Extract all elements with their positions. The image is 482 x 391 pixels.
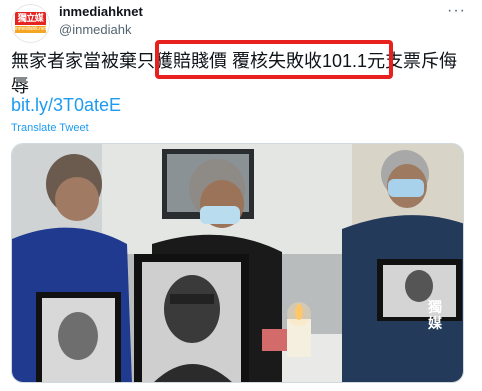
tweet-photo[interactable] bbox=[11, 143, 464, 383]
account-handle[interactable]: @inmediahk bbox=[59, 22, 131, 37]
highlight-annotation-box bbox=[155, 40, 393, 79]
more-dots-icon[interactable]: ··· bbox=[447, 2, 466, 20]
tweet-link[interactable]: bit.ly/3T0ateE bbox=[11, 95, 121, 116]
logo-text-top: 獨立媒體 bbox=[15, 12, 46, 36]
display-name[interactable]: inmediahknet bbox=[59, 4, 143, 19]
translate-tweet-link[interactable]: Translate Tweet bbox=[11, 122, 89, 134]
photo-illustration bbox=[12, 144, 463, 382]
account-avatar[interactable]: 獨立媒體 inmediahk.net bbox=[11, 4, 50, 43]
photo-watermark: 獨媒 bbox=[428, 300, 442, 332]
logo-text-bottom: inmediahk.net bbox=[15, 26, 46, 33]
tweet-text-before: 無家者家當被棄只 bbox=[11, 51, 155, 71]
